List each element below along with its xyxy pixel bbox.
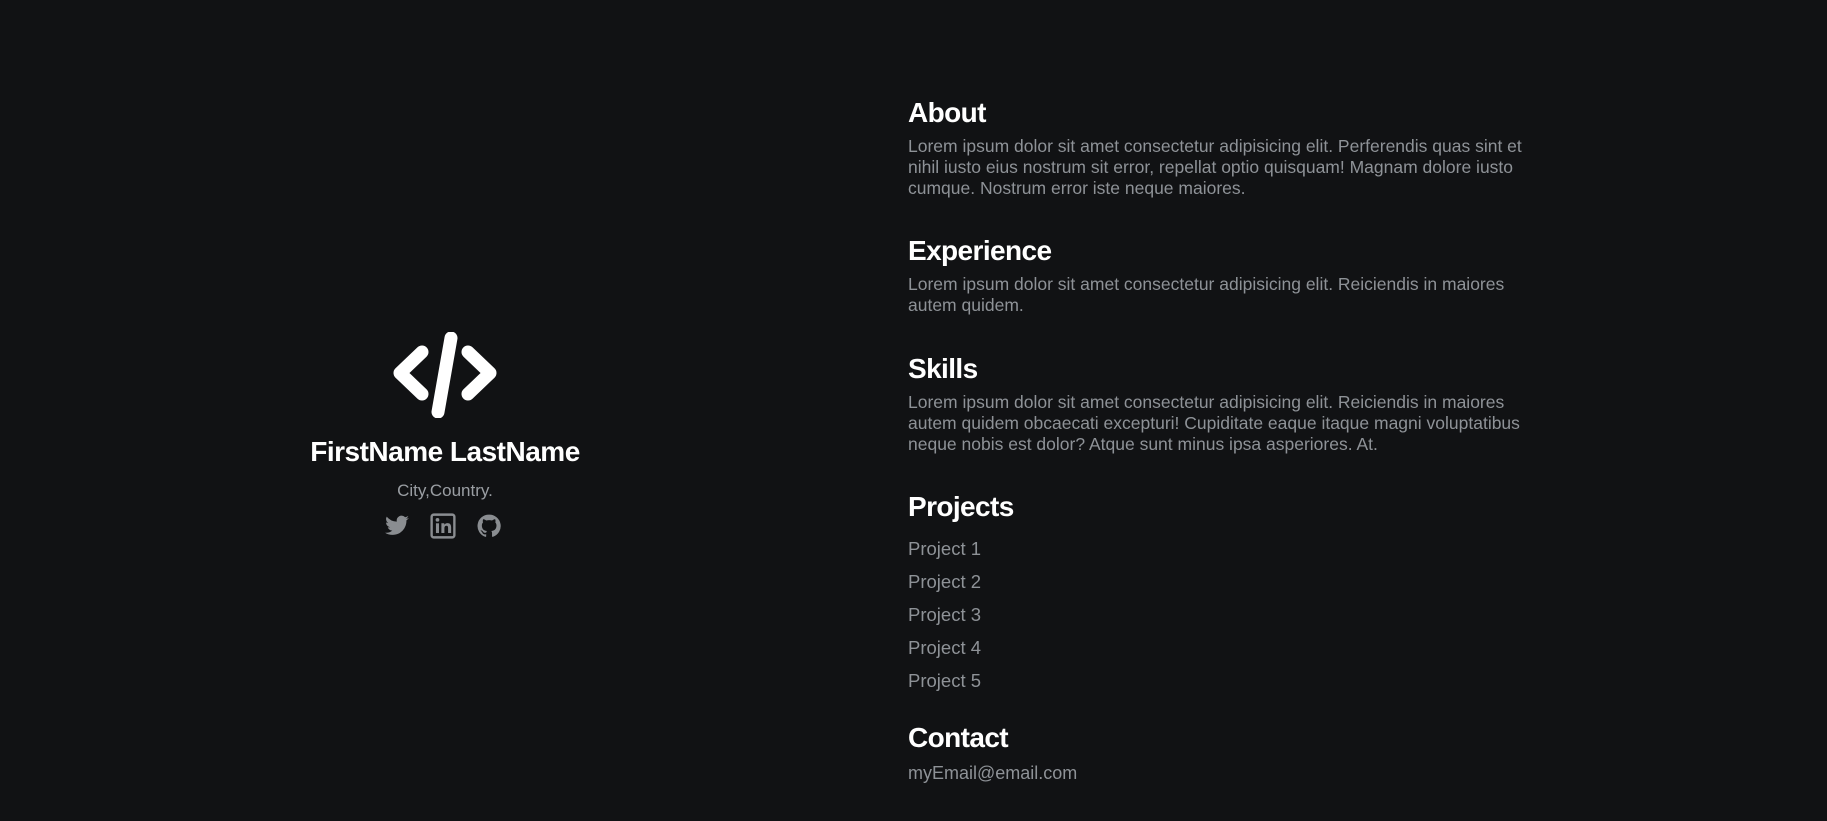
profile-location: City,Country. bbox=[397, 481, 493, 500]
project-item[interactable]: Project 2 bbox=[908, 565, 1538, 598]
about-title: About bbox=[908, 97, 986, 128]
contact-title: Contact bbox=[908, 722, 1009, 753]
profile-panel: FirstName LastName City,Country. bbox=[0, 0, 890, 821]
experience-body: Lorem ipsum dolor sit amet consectetur a… bbox=[908, 274, 1505, 315]
projects-title: Projects bbox=[908, 491, 1014, 522]
about-body: Lorem ipsum dolor sit amet consectetur a… bbox=[908, 136, 1522, 198]
skills-title: Skills bbox=[908, 353, 978, 384]
experience-title: Experience bbox=[908, 235, 1052, 266]
linkedin-icon[interactable] bbox=[430, 513, 456, 539]
code-brackets-icon bbox=[392, 331, 498, 419]
project-item[interactable]: Project 4 bbox=[908, 631, 1538, 664]
portfolio-page: FirstName LastName City,Country. About L… bbox=[0, 0, 1827, 821]
social-links bbox=[384, 513, 502, 539]
profile-name: FirstName LastName bbox=[310, 436, 580, 467]
experience-section: Experience Lorem ipsum dolor sit amet co… bbox=[908, 234, 1538, 316]
project-item[interactable]: Project 3 bbox=[908, 598, 1538, 631]
github-icon[interactable] bbox=[476, 513, 502, 539]
skills-body: Lorem ipsum dolor sit amet consectetur a… bbox=[908, 392, 1520, 454]
projects-section: Projects Project 1 Project 2 Project 3 P… bbox=[908, 490, 1538, 697]
project-list: Project 1 Project 2 Project 3 Project 4 … bbox=[908, 532, 1538, 697]
email-link[interactable]: myEmail@email.com bbox=[908, 763, 1538, 784]
about-section: About Lorem ipsum dolor sit amet consect… bbox=[908, 96, 1538, 199]
skills-section: Skills Lorem ipsum dolor sit amet consec… bbox=[908, 352, 1538, 455]
project-item[interactable]: Project 1 bbox=[908, 532, 1538, 565]
project-item[interactable]: Project 5 bbox=[908, 664, 1538, 697]
contact-section: Contact myEmail@email.com bbox=[908, 721, 1538, 784]
twitter-icon[interactable] bbox=[384, 513, 410, 539]
